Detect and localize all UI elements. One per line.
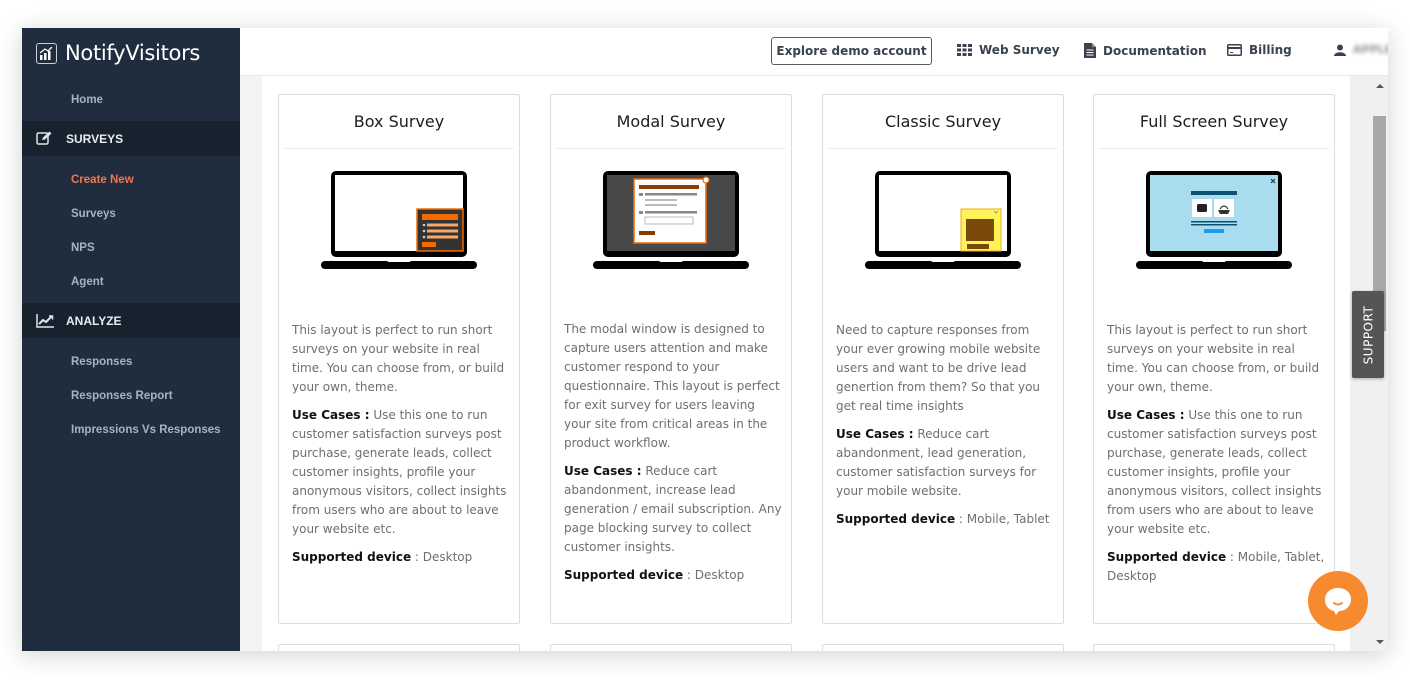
box-survey-laptop-icon — [321, 171, 477, 269]
card-devices: Supported device : Desktop — [292, 550, 473, 564]
sidebar-section-label: ANALYZE — [66, 313, 122, 328]
web-survey-link[interactable]: Web Survey — [957, 43, 1060, 57]
card-devices: Supported device : Mobile, Tablet, Deskt… — [1107, 550, 1325, 583]
card-body: This layout is perfect to run short surv… — [1107, 321, 1325, 595]
brand-logo[interactable]: NotifyVisitors — [36, 41, 200, 65]
sidebar-item-surveys[interactable]: Surveys — [71, 208, 116, 220]
bar-chart-logo-icon — [36, 42, 57, 64]
sidebar-section-surveys[interactable]: SURVEYS — [22, 121, 240, 156]
user-icon — [1334, 44, 1346, 56]
card-title: Box Survey — [284, 95, 514, 149]
scroll-down-arrow-icon[interactable] — [1376, 640, 1384, 644]
survey-card-full-screen[interactable]: Full Screen Survey This layout is perfec… — [1093, 94, 1335, 624]
sidebar-item-responses-report[interactable]: Responses Report — [71, 390, 173, 402]
card-description: This layout is perfect to run short surv… — [1107, 323, 1320, 394]
card-use-cases: Use Cases : Reduce cart abandonment, lea… — [836, 427, 1037, 498]
document-icon — [1084, 43, 1096, 58]
survey-card-next-row[interactable] — [822, 644, 1064, 651]
card-use-cases: Use Cases : Use this one to run customer… — [1107, 408, 1322, 536]
card-body: Need to capture responses from your ever… — [836, 321, 1054, 538]
card-description: Need to capture responses from your ever… — [836, 323, 1041, 413]
card-description: This layout is perfect to run short surv… — [292, 323, 505, 394]
brand-name: NotifyVisitors — [65, 41, 201, 65]
survey-card-next-row[interactable] — [1093, 644, 1335, 651]
sidebar-item-impressions-vs-responses[interactable]: Impressions Vs Responses — [71, 424, 221, 436]
app-window: NotifyVisitors Home SURVEYS Create New S… — [22, 28, 1388, 651]
card-title: Classic Survey — [828, 95, 1058, 149]
credit-card-icon — [1227, 44, 1242, 56]
card-use-cases: Use Cases : Use this one to run customer… — [292, 408, 507, 536]
card-body: The modal window is designed to capture … — [564, 320, 782, 594]
web-survey-label: Web Survey — [979, 43, 1060, 57]
documentation-label: Documentation — [1103, 43, 1207, 58]
sidebar-item-create-new[interactable]: Create New — [71, 174, 134, 186]
top-header: Explore demo account Web Survey Document… — [240, 28, 1388, 76]
modal-survey-laptop-icon — [593, 171, 749, 269]
card-devices: Supported device : Desktop — [564, 568, 745, 582]
grid-icon — [957, 44, 972, 56]
classic-survey-laptop-icon — [865, 171, 1021, 269]
sidebar-item-home[interactable]: Home — [71, 94, 103, 106]
card-title: Modal Survey — [556, 95, 786, 149]
survey-type-gallery: Box Survey This layout is perfect to run… — [240, 76, 1350, 651]
card-title: Full Screen Survey — [1099, 95, 1329, 149]
sidebar-section-label: SURVEYS — [66, 131, 124, 146]
support-tab-label: SUPPORT — [1361, 305, 1375, 364]
sidebar: NotifyVisitors Home SURVEYS Create New S… — [22, 28, 240, 651]
user-name: APPLE — [1353, 43, 1388, 56]
card-use-cases: Use Cases : Reduce cart abandonment, inc… — [564, 464, 782, 554]
explore-demo-button[interactable]: Explore demo account — [771, 37, 932, 65]
sidebar-item-agent[interactable]: Agent — [71, 276, 104, 288]
billing-label: Billing — [1249, 43, 1292, 57]
survey-card-classic[interactable]: Classic Survey Need to capture responses… — [822, 94, 1064, 624]
documentation-link[interactable]: Documentation — [1084, 43, 1207, 58]
line-chart-icon — [36, 313, 54, 328]
billing-link[interactable]: Billing — [1227, 43, 1292, 57]
survey-card-next-row[interactable] — [550, 644, 792, 651]
support-tab[interactable]: SUPPORT — [1352, 291, 1384, 378]
gallery-panel: Box Survey This layout is perfect to run… — [262, 76, 1350, 651]
sidebar-item-responses[interactable]: Responses — [71, 356, 132, 368]
user-menu[interactable]: APPLE — [1334, 43, 1388, 56]
card-devices: Supported device : Mobile, Tablet — [836, 512, 1050, 526]
card-body: This layout is perfect to run short surv… — [292, 321, 510, 576]
sidebar-item-nps[interactable]: NPS — [71, 242, 95, 254]
sidebar-section-analyze[interactable]: ANALYZE — [22, 303, 240, 338]
survey-card-modal[interactable]: Modal Survey The modal window is designe… — [550, 94, 792, 624]
chat-bubble-icon — [1325, 588, 1351, 615]
survey-card-next-row[interactable] — [278, 644, 520, 651]
edit-icon — [36, 131, 54, 146]
card-description: The modal window is designed to capture … — [564, 322, 780, 450]
chat-launcher-button[interactable] — [1308, 571, 1368, 631]
full-screen-survey-laptop-icon — [1136, 171, 1292, 269]
scroll-up-arrow-icon[interactable] — [1376, 84, 1384, 88]
survey-card-box[interactable]: Box Survey This layout is perfect to run… — [278, 94, 520, 624]
